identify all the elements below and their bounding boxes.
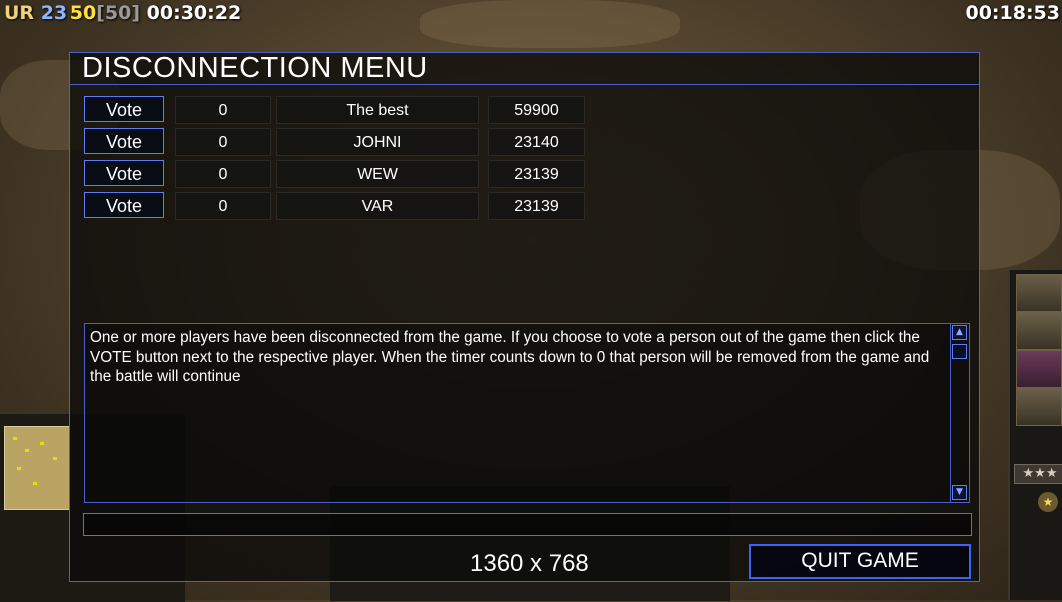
minimap-unit <box>53 457 57 460</box>
minimap-unit <box>25 449 29 452</box>
supply-used: 50 <box>69 2 97 24</box>
chat-input[interactable] <box>83 513 972 536</box>
vote-count: 0 <box>175 128 271 156</box>
disconnect-message: One or more players have been disconnect… <box>90 329 930 385</box>
faction-label: UR <box>4 2 35 24</box>
minimap-unit <box>33 482 37 485</box>
power-value: 23 <box>40 2 68 24</box>
player-score: 59900 <box>488 96 585 124</box>
scroll-thumb[interactable] <box>952 344 967 359</box>
player-name: JOHNI <box>276 128 479 156</box>
scroll-up-icon[interactable]: ▲ <box>952 325 967 340</box>
game-timer: 00:30:22 <box>146 2 242 24</box>
disconnection-dialog: DISCONNECTION MENU Vote 0 The best 59900… <box>69 52 980 582</box>
title-divider <box>70 84 979 85</box>
unit-icon[interactable] <box>1016 274 1062 312</box>
player-name: WEW <box>276 160 479 188</box>
minimap-viewport[interactable] <box>4 426 70 510</box>
biohazard-icon[interactable] <box>1016 350 1062 388</box>
rank-stars: ★★★ <box>1014 464 1062 484</box>
resolution-label: 1360 x 768 <box>470 550 589 577</box>
vote-button[interactable]: Vote <box>84 96 164 122</box>
quit-game-button[interactable]: QUIT GAME <box>749 544 971 579</box>
vote-button[interactable]: Vote <box>84 160 164 186</box>
vote-count: 0 <box>175 192 271 220</box>
player-score: 23139 <box>488 192 585 220</box>
vote-button[interactable]: Vote <box>84 192 164 218</box>
minimap-unit <box>40 442 44 445</box>
terrain-patch <box>420 0 680 48</box>
vote-count: 0 <box>175 96 271 124</box>
resource-readout: UR 23 50[50] 00:30:22 <box>4 2 241 24</box>
player-name: The best <box>276 96 479 124</box>
player-name: VAR <box>276 192 479 220</box>
minimap-unit <box>13 437 17 440</box>
minimap-unit <box>17 467 21 470</box>
scroll-down-icon[interactable]: ▼ <box>952 485 967 500</box>
dialog-title: DISCONNECTION MENU <box>82 52 428 84</box>
player-score: 23139 <box>488 160 585 188</box>
message-scrollbar[interactable]: ▲ ▼ <box>950 324 969 502</box>
side-panel: ★★★ ★ <box>1008 270 1062 600</box>
vote-count: 0 <box>175 160 271 188</box>
message-box[interactable]: One or more players have been disconnect… <box>84 323 970 503</box>
rank-badge-icon: ★ <box>1038 492 1058 512</box>
supply-cap: [50] <box>96 2 141 24</box>
vote-button[interactable]: Vote <box>84 128 164 154</box>
unit-icon[interactable] <box>1016 312 1062 350</box>
unit-icon[interactable] <box>1016 388 1062 426</box>
player-score: 23140 <box>488 128 585 156</box>
countdown-timer: 00:18:53 <box>965 2 1060 24</box>
